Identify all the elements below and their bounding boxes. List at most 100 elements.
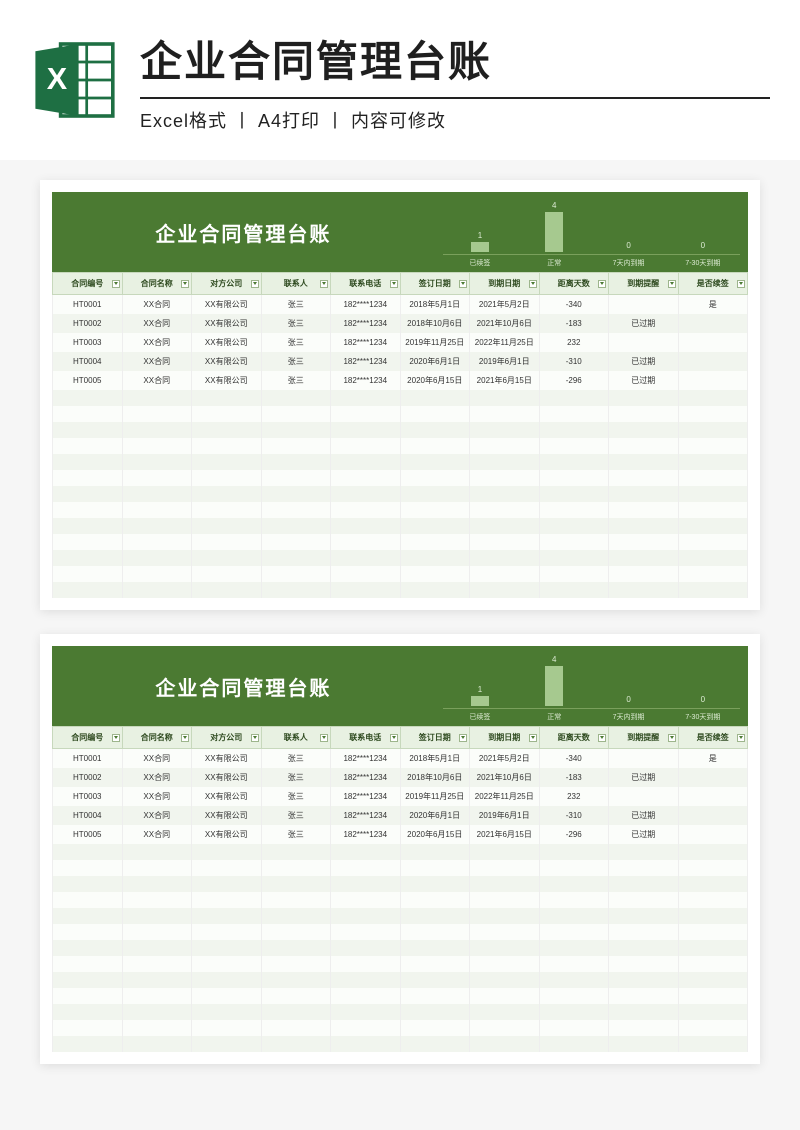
table-header[interactable]: 合同编号 bbox=[53, 273, 123, 295]
cell-empty bbox=[261, 422, 331, 438]
cell-empty bbox=[400, 988, 470, 1004]
cell-company: XX有限公司 bbox=[192, 825, 262, 844]
filter-icon[interactable] bbox=[598, 734, 606, 742]
cell-empty bbox=[192, 502, 262, 518]
cell-empty bbox=[539, 566, 609, 582]
cell-empty bbox=[470, 988, 540, 1004]
cell-empty bbox=[331, 566, 401, 582]
table-header[interactable]: 到期日期 bbox=[470, 273, 540, 295]
filter-icon[interactable] bbox=[112, 734, 120, 742]
cell-empty bbox=[609, 422, 679, 438]
cell-empty bbox=[122, 924, 192, 940]
table-header[interactable]: 联系电话 bbox=[331, 273, 401, 295]
bar-rect bbox=[545, 666, 563, 706]
filter-icon[interactable] bbox=[251, 280, 259, 288]
filter-icon[interactable] bbox=[668, 280, 676, 288]
cell-empty bbox=[400, 1036, 470, 1052]
table-header[interactable]: 距离天数 bbox=[539, 727, 609, 749]
cell-empty bbox=[470, 582, 540, 598]
filter-icon[interactable] bbox=[459, 734, 467, 742]
table-header[interactable]: 是否续签 bbox=[678, 273, 748, 295]
filter-icon[interactable] bbox=[737, 280, 745, 288]
bar-label: 已续签 bbox=[443, 254, 517, 268]
cell-empty bbox=[53, 908, 123, 924]
filter-icon[interactable] bbox=[529, 280, 537, 288]
cell-empty bbox=[678, 876, 748, 892]
cell-empty bbox=[331, 876, 401, 892]
filter-icon[interactable] bbox=[181, 280, 189, 288]
filter-icon[interactable] bbox=[529, 734, 537, 742]
cell-empty bbox=[192, 1004, 262, 1020]
cell-empty bbox=[400, 406, 470, 422]
table-header[interactable]: 联系人 bbox=[261, 727, 331, 749]
table-header[interactable]: 合同名称 bbox=[122, 273, 192, 295]
cell-name: XX合同 bbox=[122, 787, 192, 806]
cell-empty bbox=[678, 988, 748, 1004]
cell-empty bbox=[470, 908, 540, 924]
cell-days: 232 bbox=[539, 333, 609, 352]
filter-icon[interactable] bbox=[320, 280, 328, 288]
cell-empty bbox=[400, 582, 470, 598]
cell-empty bbox=[192, 908, 262, 924]
excel-icon: X bbox=[30, 35, 120, 125]
table-header[interactable]: 签订日期 bbox=[400, 727, 470, 749]
cell-empty bbox=[122, 876, 192, 892]
table-header[interactable]: 对方公司 bbox=[192, 727, 262, 749]
cell-empty bbox=[261, 566, 331, 582]
table-header[interactable]: 联系人 bbox=[261, 273, 331, 295]
cell-empty bbox=[609, 988, 679, 1004]
sheet-preview-1: 企业合同管理台账1已续签4正常07天内到期07-30天到期合同编号合同名称对方公… bbox=[40, 180, 760, 610]
table-row-empty bbox=[53, 422, 748, 438]
cell-empty bbox=[53, 988, 123, 1004]
table-header[interactable]: 合同编号 bbox=[53, 727, 123, 749]
table-header[interactable]: 签订日期 bbox=[400, 273, 470, 295]
cell-empty bbox=[609, 486, 679, 502]
cell-id: HT0003 bbox=[53, 333, 123, 352]
table-row: HT0001XX合同XX有限公司张三182****12342018年5月1日20… bbox=[53, 295, 748, 315]
table-header[interactable]: 对方公司 bbox=[192, 273, 262, 295]
svg-text:X: X bbox=[47, 62, 68, 96]
cell-empty bbox=[331, 1020, 401, 1036]
filter-icon[interactable] bbox=[598, 280, 606, 288]
table-row-empty bbox=[53, 892, 748, 908]
cell-empty bbox=[678, 470, 748, 486]
table-row-empty bbox=[53, 438, 748, 454]
cell-empty bbox=[400, 550, 470, 566]
cell-empty bbox=[470, 1020, 540, 1036]
cell-renew bbox=[678, 768, 748, 787]
table-header[interactable]: 合同名称 bbox=[122, 727, 192, 749]
filter-icon[interactable] bbox=[320, 734, 328, 742]
cell-empty bbox=[470, 486, 540, 502]
cell-sign: 2019年11月25日 bbox=[400, 787, 470, 806]
filter-icon[interactable] bbox=[390, 734, 398, 742]
filter-icon[interactable] bbox=[390, 280, 398, 288]
cell-empty bbox=[192, 1036, 262, 1052]
cell-empty bbox=[261, 534, 331, 550]
cell-empty bbox=[53, 1036, 123, 1052]
filter-icon[interactable] bbox=[459, 280, 467, 288]
table-header[interactable]: 是否续签 bbox=[678, 727, 748, 749]
table-header[interactable]: 到期日期 bbox=[470, 727, 540, 749]
filter-icon[interactable] bbox=[668, 734, 676, 742]
sheet-header: 企业合同管理台账1已续签4正常07天内到期07-30天到期 bbox=[52, 192, 748, 272]
cell-empty bbox=[331, 860, 401, 876]
filter-icon[interactable] bbox=[737, 734, 745, 742]
bar-label: 正常 bbox=[517, 708, 591, 722]
table-header[interactable]: 到期提醒 bbox=[609, 727, 679, 749]
cell-phone: 182****1234 bbox=[331, 806, 401, 825]
filter-icon[interactable] bbox=[181, 734, 189, 742]
cell-empty bbox=[261, 438, 331, 454]
table-header[interactable]: 距离天数 bbox=[539, 273, 609, 295]
cell-empty bbox=[331, 438, 401, 454]
cell-empty bbox=[122, 582, 192, 598]
cell-empty bbox=[609, 1036, 679, 1052]
filter-icon[interactable] bbox=[251, 734, 259, 742]
table-header[interactable]: 联系电话 bbox=[331, 727, 401, 749]
cell-empty bbox=[539, 844, 609, 860]
table-header[interactable]: 到期提醒 bbox=[609, 273, 679, 295]
cell-empty bbox=[331, 390, 401, 406]
filter-icon[interactable] bbox=[112, 280, 120, 288]
cell-empty bbox=[678, 972, 748, 988]
cell-empty bbox=[122, 988, 192, 1004]
cell-empty bbox=[678, 438, 748, 454]
